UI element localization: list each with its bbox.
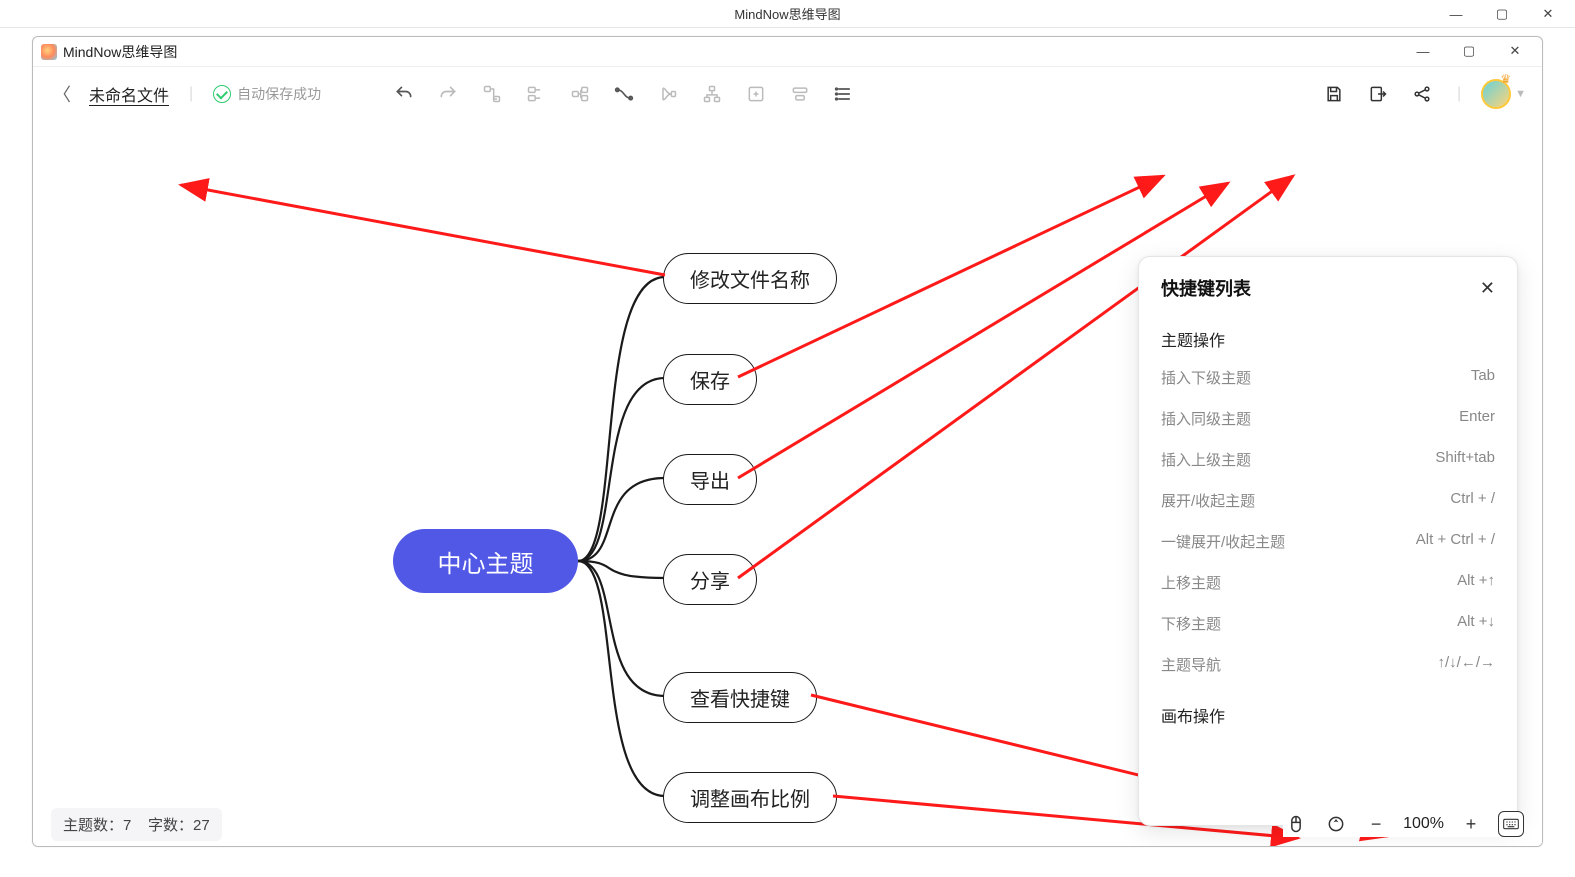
summary-button[interactable] <box>653 79 683 109</box>
panel-close-button[interactable]: ✕ <box>1480 278 1495 299</box>
separator: | <box>189 85 193 103</box>
app-window: MindNow思维导图 — ▢ ✕ 〈 未命名文件 | 自动保存成功 <box>32 36 1543 847</box>
app-window-controls: — ▢ ✕ <box>1400 37 1538 67</box>
toolbar: 〈 未命名文件 | 自动保存成功 <box>33 67 1542 121</box>
os-minimize-button[interactable]: — <box>1433 0 1479 28</box>
zoom-in-button[interactable]: + <box>1458 811 1484 837</box>
mouse-mode-button[interactable] <box>1283 811 1309 837</box>
fit-screen-button[interactable] <box>1323 811 1349 837</box>
status-bar: 主题数：7 字数：27 − 100% + <box>33 802 1542 846</box>
align-button[interactable] <box>785 79 815 109</box>
center-node[interactable]: 中心主题 <box>393 529 578 593</box>
canvas[interactable]: 中心主题 修改文件名称 保存 导出 分享 查看快捷键 调整画布比例 <box>33 121 1542 846</box>
add-sibling-button[interactable] <box>521 79 551 109</box>
os-title: MindNow思维导图 <box>734 4 840 23</box>
panel-section-title: 主题操作 <box>1139 309 1517 357</box>
add-parent-button[interactable] <box>565 79 595 109</box>
shortcut-row: 插入同级主题Enter <box>1139 398 1517 439</box>
zoom-value: 100% <box>1403 815 1444 833</box>
autosave-status: 自动保存成功 <box>213 84 321 104</box>
status-counts: 主题数：7 字数：27 <box>51 808 222 841</box>
outline-button[interactable] <box>829 79 859 109</box>
child-node-save[interactable]: 保存 <box>663 354 757 405</box>
redo-button[interactable] <box>433 79 463 109</box>
relationship-button[interactable] <box>609 79 639 109</box>
status-right: − 100% + <box>1283 811 1524 837</box>
shortcut-row: 一键展开/收起主题Alt + Ctrl + / <box>1139 521 1517 562</box>
os-close-button[interactable]: ✕ <box>1525 0 1571 28</box>
app-maximize-button[interactable]: ▢ <box>1446 37 1492 65</box>
shortcut-row: 插入下级主题Tab <box>1139 357 1517 398</box>
shortcut-row: 下移主题Alt +↓ <box>1139 603 1517 644</box>
app-titlebar: MindNow思维导图 — ▢ ✕ <box>33 37 1542 67</box>
autosave-label: 自动保存成功 <box>237 84 321 104</box>
app-close-button[interactable]: ✕ <box>1492 37 1538 65</box>
app-logo-icon <box>41 44 57 60</box>
caret-down-icon: ▼ <box>1515 88 1526 100</box>
panel-title: 快捷键列表 <box>1161 275 1251 301</box>
os-window-controls: — ▢ ✕ <box>1433 0 1571 28</box>
export-button[interactable] <box>1363 79 1393 109</box>
check-icon <box>213 85 231 103</box>
keyboard-shortcuts-button[interactable] <box>1498 811 1524 837</box>
shortcut-row: 主题导航↑/↓/←/→ <box>1139 644 1517 685</box>
shortcut-row: 展开/收起主题Ctrl + / <box>1139 480 1517 521</box>
crown-icon: ♛ <box>1500 72 1511 86</box>
share-button[interactable] <box>1407 79 1437 109</box>
add-subtopic-button[interactable] <box>477 79 507 109</box>
avatar-menu[interactable]: ♛ ▼ <box>1481 79 1526 109</box>
shortcut-row: 上移主题Alt +↑ <box>1139 562 1517 603</box>
os-titlebar: MindNow思维导图 — ▢ ✕ <box>0 0 1575 28</box>
separator: | <box>1457 85 1461 103</box>
child-node-share[interactable]: 分享 <box>663 554 757 605</box>
back-button[interactable]: 〈 <box>49 81 75 107</box>
save-button[interactable] <box>1319 79 1349 109</box>
add-box-button[interactable] <box>741 79 771 109</box>
app-title: MindNow思维导图 <box>63 42 177 62</box>
shortcut-row: 插入上级主题Shift+tab <box>1139 439 1517 480</box>
child-node-rename[interactable]: 修改文件名称 <box>663 253 837 304</box>
child-node-shortcuts[interactable]: 查看快捷键 <box>663 672 817 723</box>
shortcut-panel: 快捷键列表 ✕ 主题操作 插入下级主题Tab 插入同级主题Enter 插入上级主… <box>1138 256 1518 826</box>
structure-button[interactable] <box>697 79 727 109</box>
child-node-export[interactable]: 导出 <box>663 454 757 505</box>
panel-section-title: 画布操作 <box>1139 685 1517 733</box>
os-maximize-button[interactable]: ▢ <box>1479 0 1525 28</box>
filename-input[interactable]: 未命名文件 <box>89 82 169 106</box>
app-minimize-button[interactable]: — <box>1400 37 1446 65</box>
undo-button[interactable] <box>389 79 419 109</box>
zoom-out-button[interactable]: − <box>1363 811 1389 837</box>
avatar-icon: ♛ <box>1481 79 1511 109</box>
